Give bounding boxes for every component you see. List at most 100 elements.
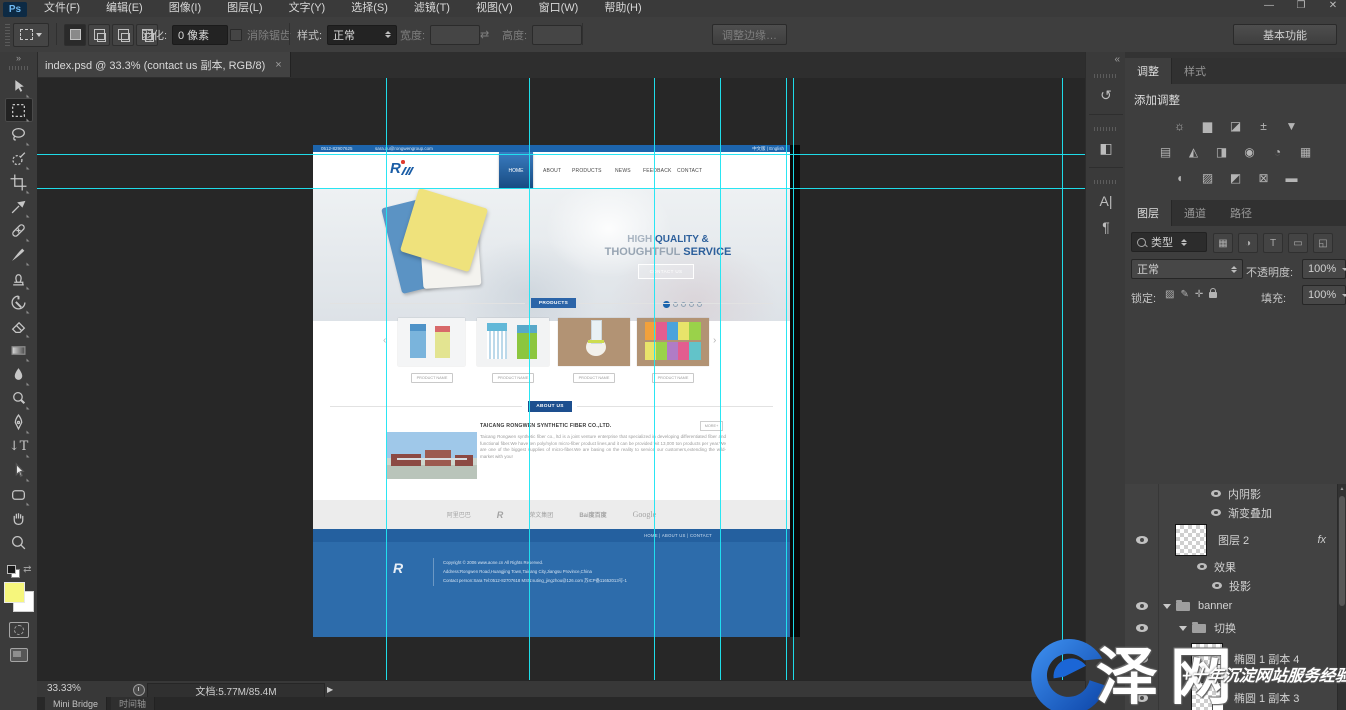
crop-tool[interactable] (5, 170, 33, 194)
scrollbar-thumb[interactable] (1339, 496, 1345, 606)
visibility-eye-icon[interactable] (1136, 655, 1148, 663)
visibility-eye-icon[interactable] (1136, 536, 1148, 544)
guide-horizontal[interactable] (37, 154, 1085, 155)
menu-type[interactable]: 文字(Y) (276, 0, 339, 17)
guide-vertical[interactable] (654, 78, 655, 680)
menu-select[interactable]: 选择(S) (338, 0, 401, 17)
guide-vertical[interactable] (1062, 78, 1063, 680)
visibility-eye-icon[interactable] (1211, 509, 1221, 516)
guide-vertical[interactable] (529, 78, 530, 680)
options-grip[interactable] (5, 24, 10, 46)
filter-shape-layers-icon[interactable]: ▭ (1288, 233, 1308, 253)
document-tab[interactable]: index.psd @ 33.3% (contact us 副本, RGB/8)… (37, 52, 291, 77)
black-white-icon[interactable]: ◭ (1181, 143, 1207, 160)
eraser-tool[interactable] (5, 314, 33, 338)
filter-type-layers-icon[interactable]: T (1263, 233, 1283, 253)
tab-styles[interactable]: 样式 (1172, 58, 1218, 84)
layer-row-effect[interactable]: 渐变叠加 (1125, 503, 1338, 523)
selection-mode-subtract-button[interactable] (112, 24, 134, 46)
curves-icon[interactable]: ◪ (1223, 117, 1249, 134)
layer-thumbnail[interactable] (1191, 643, 1223, 675)
layer-row-effect[interactable]: 投影 (1125, 576, 1338, 596)
layer-filter-kind-select[interactable]: 类型 (1131, 232, 1207, 252)
workspace-switcher-button[interactable]: 基本功能 (1233, 24, 1337, 45)
gradient-tool[interactable] (5, 338, 33, 362)
quick-selection-tool[interactable] (5, 146, 33, 170)
layer-row[interactable]: 图层 2 fx (1125, 522, 1338, 558)
blend-mode-select[interactable]: 正常 (1131, 259, 1243, 279)
lock-position-icon[interactable]: ✛ (1195, 289, 1203, 300)
type-tool[interactable]: ↓T (5, 434, 33, 458)
feather-input[interactable]: 0 像素 (172, 25, 228, 45)
lock-transparency-icon[interactable]: ▨ (1165, 289, 1174, 300)
guide-vertical[interactable] (786, 78, 787, 680)
menu-edit[interactable]: 编辑(E) (93, 0, 156, 17)
gradient-map-icon[interactable]: ▬ (1279, 169, 1305, 186)
history-panel-button[interactable]: ↺ (1091, 82, 1121, 108)
visibility-eye-icon[interactable] (1136, 602, 1148, 610)
invert-icon[interactable]: ◖ (1167, 169, 1193, 186)
path-selection-tool[interactable] (5, 458, 33, 482)
fx-badge[interactable]: fx (1317, 534, 1326, 546)
move-tool[interactable] (5, 74, 33, 98)
color-lookup-icon[interactable]: ◔ (1265, 143, 1291, 160)
guide-horizontal[interactable] (37, 188, 1085, 189)
hand-tool[interactable] (5, 506, 33, 530)
height-input[interactable] (532, 25, 582, 45)
menu-image[interactable]: 图像(I) (156, 0, 214, 17)
menu-window[interactable]: 窗口(W) (526, 0, 592, 17)
rectangular-marquee-tool[interactable] (5, 98, 33, 122)
dodge-tool[interactable] (5, 386, 33, 410)
menu-filter[interactable]: 滤镜(T) (401, 0, 463, 17)
levels-icon[interactable]: ▆ (1195, 117, 1221, 134)
layer-row-effect[interactable]: 内阴影 (1125, 484, 1338, 504)
style-select[interactable]: 正常 (327, 25, 397, 45)
scroll-up-icon[interactable]: ▲ (1338, 484, 1346, 494)
menu-view[interactable]: 视图(V) (463, 0, 526, 17)
visibility-eye-icon[interactable] (1212, 582, 1222, 589)
tab-mini-bridge[interactable]: Mini Bridge (45, 697, 107, 710)
visibility-eye-icon[interactable] (1197, 563, 1207, 570)
lock-all-icon[interactable] (1209, 292, 1217, 298)
menu-help[interactable]: 帮助(H) (591, 0, 654, 17)
selection-mode-new-button[interactable] (64, 24, 86, 46)
refine-edge-button[interactable]: 调整边缘… (712, 24, 787, 45)
filter-smart-object-icon[interactable]: ◱ (1313, 233, 1333, 253)
guide-vertical[interactable] (720, 78, 721, 680)
tool-preset-picker[interactable] (13, 23, 49, 47)
tab-close-icon[interactable]: × (275, 59, 281, 71)
history-brush-tool[interactable] (5, 290, 33, 314)
tab-channels[interactable]: 通道 (1172, 200, 1218, 226)
pen-tool[interactable] (5, 410, 33, 434)
layer-group-row[interactable]: banner (1125, 595, 1338, 618)
exposure-icon[interactable]: ± (1251, 117, 1277, 134)
brush-tool[interactable] (5, 242, 33, 266)
swap-colors-icon[interactable]: ⇄ (23, 564, 31, 575)
color-balance-icon[interactable]: ▤ (1153, 143, 1179, 160)
layers-scrollbar[interactable]: ▲ (1337, 484, 1346, 710)
document-info-field[interactable]: 文档:5.77M/85.4M (147, 683, 325, 698)
tab-adjustments[interactable]: 调整 (1125, 58, 1172, 84)
antialias-checkbox[interactable] (230, 29, 242, 41)
visibility-eye-icon[interactable] (1136, 694, 1148, 702)
toolbar-collapse-icon[interactable]: » (16, 52, 21, 64)
spot-healing-brush-tool[interactable] (5, 218, 33, 242)
tab-paths[interactable]: 路径 (1218, 200, 1264, 226)
guide-vertical[interactable] (793, 78, 794, 680)
toolbar-grip[interactable] (9, 66, 29, 70)
minimize-icon[interactable]: — (1262, 0, 1276, 11)
canvas[interactable]: 0512-82907625 sara.xu@rongwengroup.com 中… (37, 78, 1085, 680)
width-input[interactable] (430, 25, 480, 45)
opacity-value[interactable]: 100% (1302, 259, 1346, 279)
vibrance-icon[interactable]: ▼ (1279, 117, 1305, 134)
zoom-tool[interactable] (5, 530, 33, 554)
selective-color-icon[interactable]: ⊠ (1251, 169, 1277, 186)
properties-panel-button[interactable]: ◧ (1091, 135, 1121, 161)
pattern-icon[interactable]: ▦ (1293, 143, 1319, 160)
posterize-icon[interactable]: ▨ (1195, 169, 1221, 186)
threshold-icon[interactable]: ◩ (1223, 169, 1249, 186)
filter-image-layers-icon[interactable]: ▦ (1213, 233, 1233, 253)
layer-row-effect[interactable]: 效果 (1125, 557, 1338, 577)
shape-tool[interactable] (5, 482, 33, 506)
selection-mode-add-button[interactable] (88, 24, 110, 46)
